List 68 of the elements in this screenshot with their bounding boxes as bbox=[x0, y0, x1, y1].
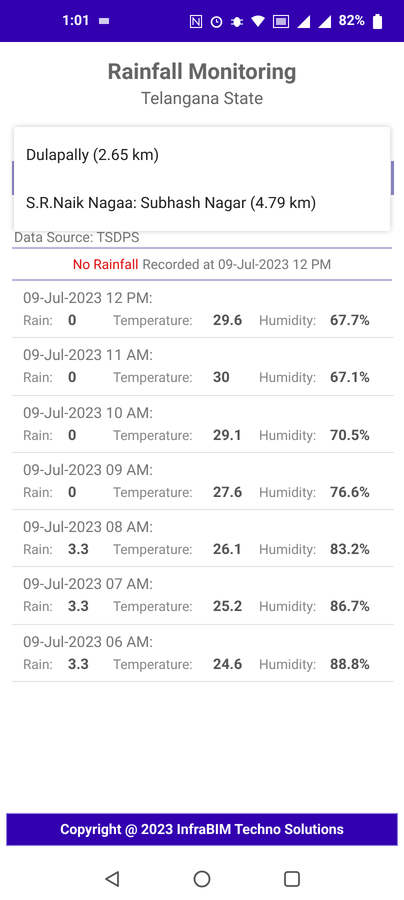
reading-time: 09-Jul-2023 10 AM: bbox=[23, 404, 154, 422]
temperature-value: 27.6 bbox=[213, 482, 242, 503]
rainfall-status: No Rainfall bbox=[72, 257, 138, 273]
humidity-value: 83.2% bbox=[330, 540, 370, 560]
recorded-time: Recorded at 09-Jul-2023 12 PM bbox=[142, 257, 332, 273]
temperature-label: Temperature: bbox=[113, 312, 193, 331]
temperature-value: 25.2 bbox=[213, 597, 242, 618]
signal-icon bbox=[296, 14, 310, 28]
rain-value: 0 bbox=[68, 368, 76, 388]
app-subtitle: Telangana State bbox=[140, 89, 264, 109]
humidity-value: 88.8% bbox=[330, 654, 370, 675]
rain-label: Rain: bbox=[23, 598, 53, 618]
alarm-icon bbox=[210, 14, 223, 28]
rain-label: Rain: bbox=[23, 541, 53, 560]
reading-time: 09-Jul-2023 12 PM: bbox=[23, 289, 154, 307]
temperature-value: 30 bbox=[213, 368, 230, 388]
humidity-label: Humidity: bbox=[259, 598, 316, 618]
temperature-label: Temperature: bbox=[113, 426, 193, 446]
rain-label: Rain: bbox=[23, 484, 53, 503]
rain-label: Rain: bbox=[23, 369, 53, 388]
humidity-label: Humidity: bbox=[259, 656, 316, 675]
humidity-label: Humidity: bbox=[259, 426, 316, 446]
humidity-value: 70.5% bbox=[330, 426, 370, 446]
reading-time: 09-Jul-2023 09 AM: bbox=[23, 460, 154, 479]
battery-percent: 82% bbox=[338, 13, 365, 29]
battery-icon bbox=[373, 14, 382, 28]
reading-time: 09-Jul-2023 06 AM: bbox=[23, 632, 154, 651]
data-source: Data Source: TSDPS bbox=[14, 230, 140, 247]
humidity-label: Humidity: bbox=[259, 312, 316, 331]
rain-label: Rain: bbox=[23, 426, 53, 446]
recents-icon bbox=[283, 870, 301, 888]
rain-value: 0 bbox=[68, 482, 76, 503]
nfc-icon bbox=[190, 14, 202, 28]
signal-icon bbox=[318, 14, 331, 28]
app-title: Rainfall Monitoring bbox=[108, 60, 296, 85]
reading-time: 09-Jul-2023 08 AM: bbox=[23, 518, 154, 536]
temperature-label: Temperature: bbox=[113, 484, 193, 503]
temperature-label: Temperature: bbox=[113, 541, 193, 560]
reading-time: 09-Jul-2023 11 AM: bbox=[23, 346, 154, 364]
status-time: 1:01 bbox=[62, 13, 90, 29]
rain-label: Rain: bbox=[23, 312, 53, 331]
temperature-value: 29.6 bbox=[213, 311, 242, 331]
home-icon bbox=[193, 870, 211, 888]
humidity-label: Humidity: bbox=[259, 541, 316, 560]
rain-value: 0 bbox=[68, 311, 76, 331]
rain-label: Rain: bbox=[23, 656, 53, 675]
back-icon bbox=[103, 870, 121, 888]
rain-value: 3.3 bbox=[68, 597, 89, 618]
wifi-icon bbox=[250, 15, 265, 27]
temperature-value: 26.1 bbox=[213, 540, 242, 560]
reading-time: 09-Jul-2023 07 AM: bbox=[23, 575, 154, 594]
copyright-bar: Copyright @ 2023 InfraBIM Techno Solutions bbox=[6, 813, 398, 846]
temperature-label: Temperature: bbox=[113, 369, 193, 388]
humidity-value: 76.6% bbox=[330, 482, 370, 503]
temperature-value: 24.6 bbox=[213, 654, 242, 675]
humidity-label: Humidity: bbox=[259, 369, 316, 388]
temperature-label: Temperature: bbox=[113, 656, 193, 675]
humidity-value: 86.7% bbox=[330, 597, 370, 618]
humidity-value: 67.1% bbox=[330, 368, 370, 388]
temperature-label: Temperature: bbox=[113, 598, 193, 618]
humidity-value: 67.7% bbox=[330, 311, 370, 331]
humidity-label: Humidity: bbox=[259, 484, 316, 503]
location-option[interactable]: S.R.Naik Nagaa: Subhash Nagar (4.79 km) bbox=[14, 179, 390, 227]
rain-value: 0 bbox=[68, 426, 76, 446]
rain-value: 3.3 bbox=[68, 540, 89, 560]
location-option[interactable]: Dulapally (2.65 km) bbox=[14, 131, 390, 179]
temperature-value: 29.1 bbox=[213, 426, 242, 446]
rain-value: 3.3 bbox=[68, 654, 89, 675]
